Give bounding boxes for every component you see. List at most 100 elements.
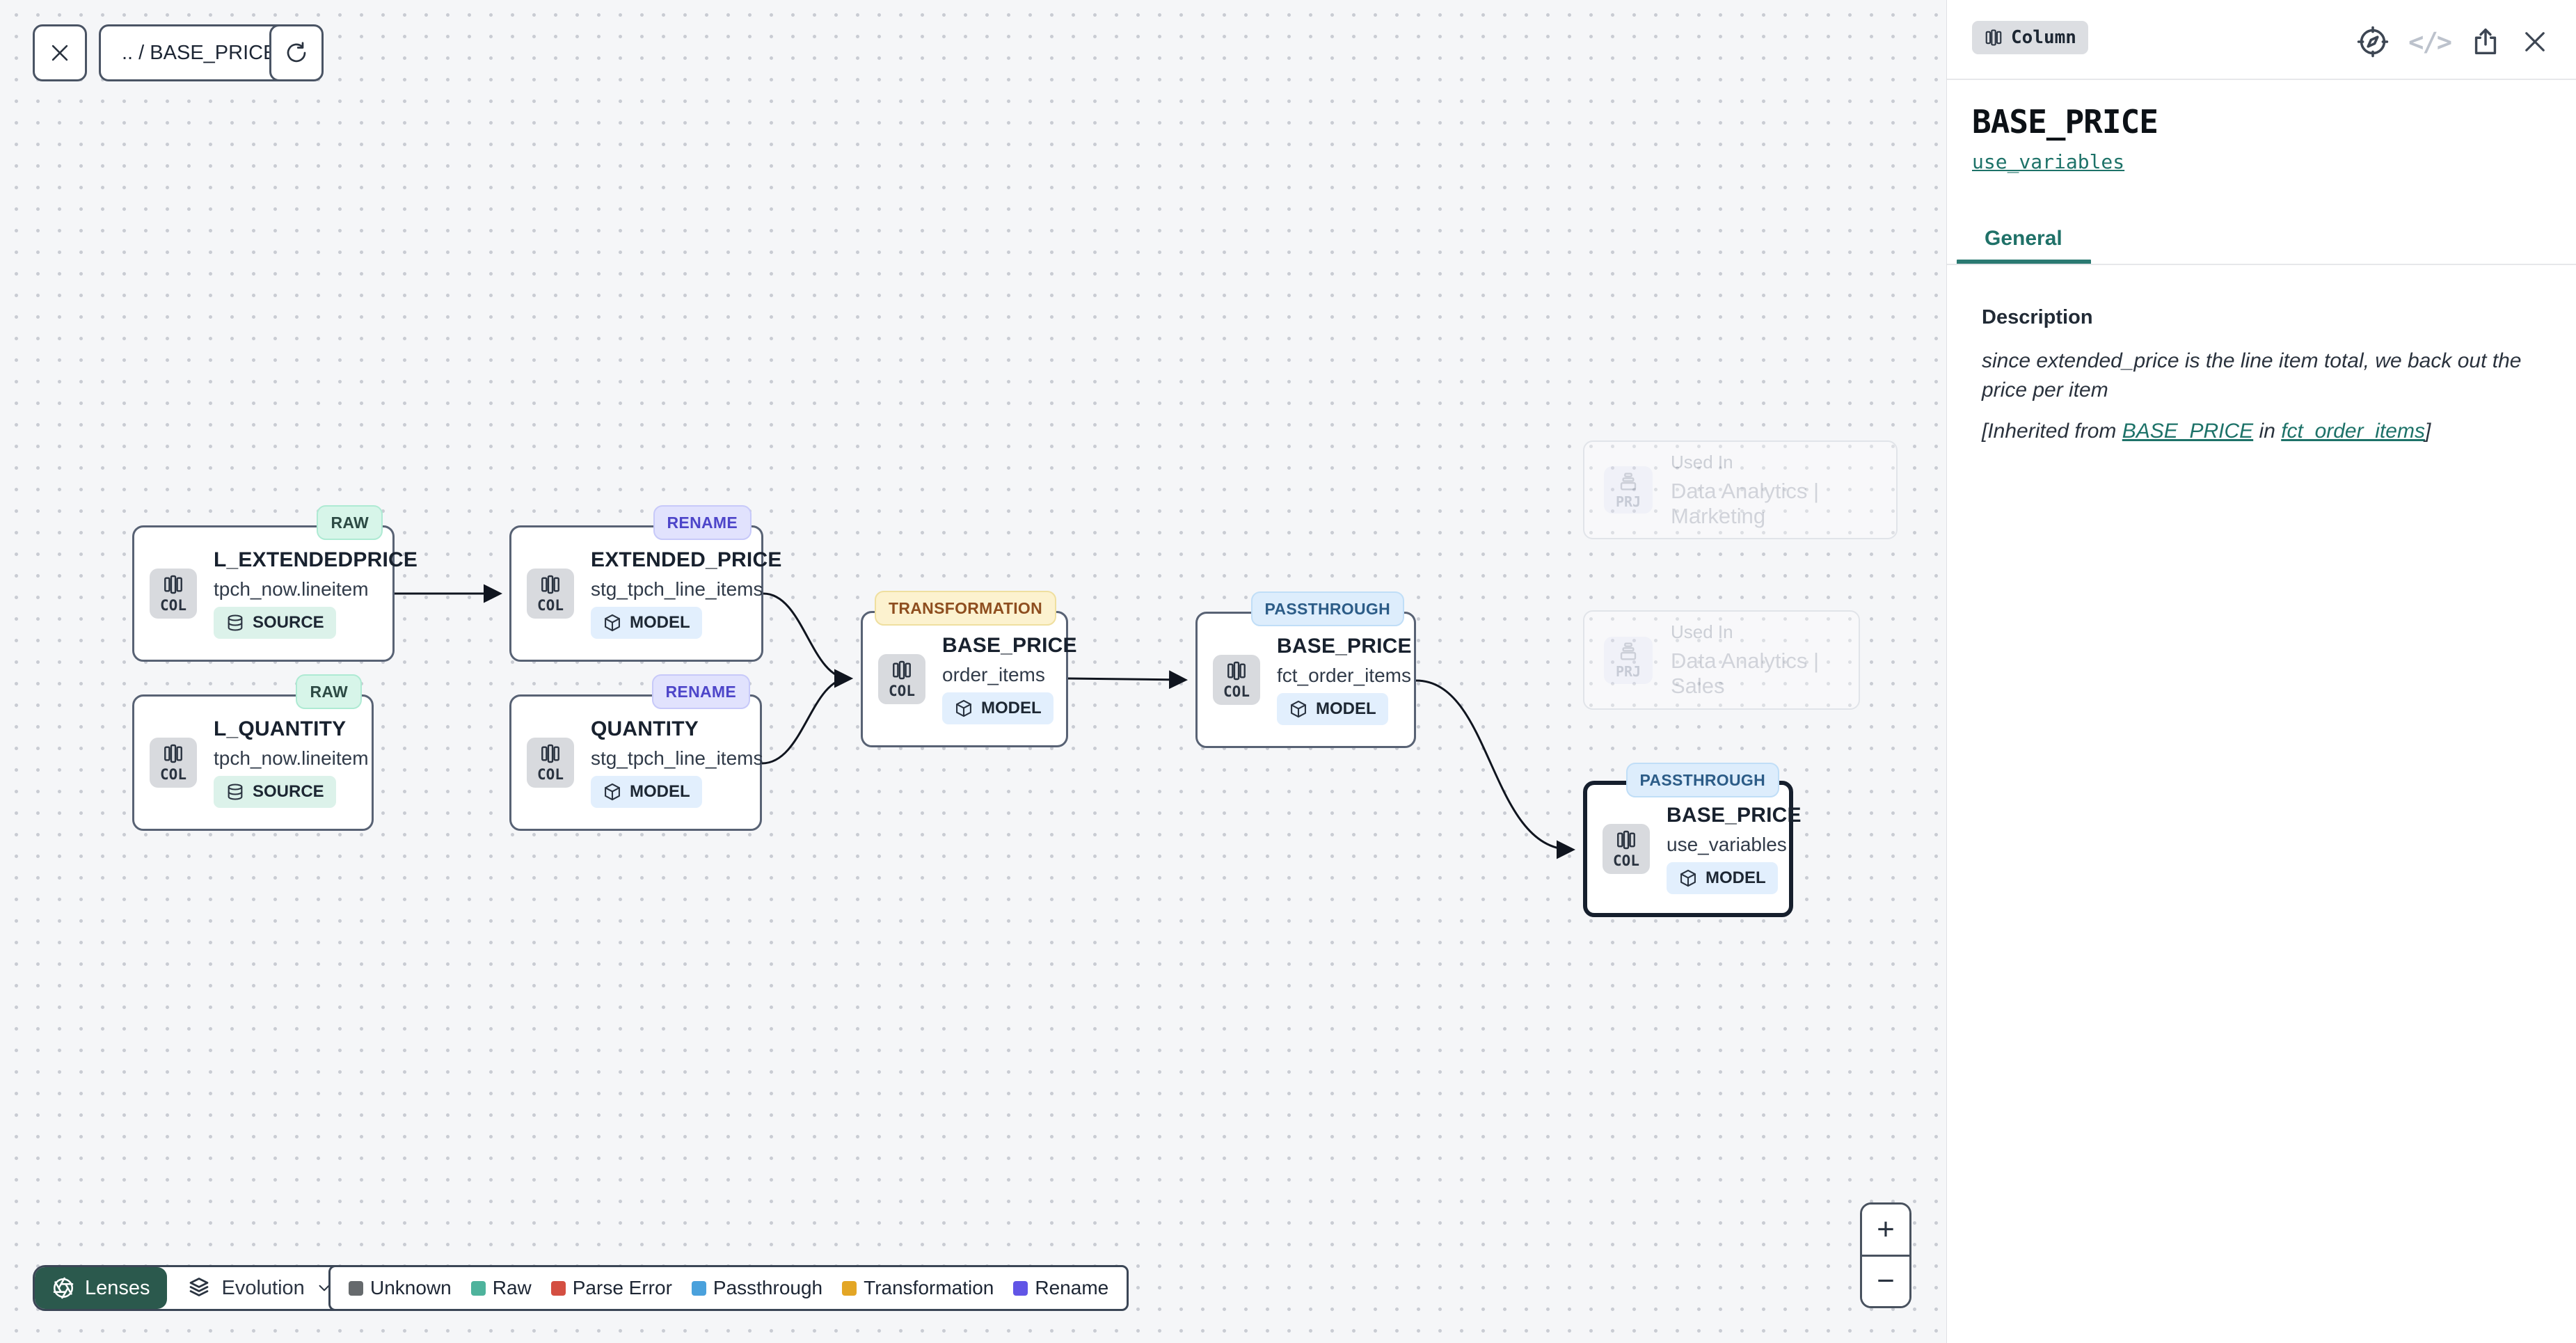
legend-swatch [349, 1281, 363, 1296]
description-text: since extended_price is the line item to… [1982, 347, 2552, 405]
node-title: QUANTITY [591, 717, 763, 741]
lenses-label: Lenses [85, 1277, 150, 1300]
node-title: L_EXTENDEDPRICE [214, 548, 418, 572]
node-base-price-order-items[interactable]: TRANSFORMATION COL BASE_PRICE order_item… [861, 611, 1068, 747]
inherited-model-link[interactable]: fct_order_items [2281, 420, 2425, 443]
cube-icon [1678, 868, 1698, 888]
node-base-price-use-variables[interactable]: PASSTHROUGH COL BASE_PRICE use_variables… [1583, 781, 1793, 917]
lenses-button[interactable]: Lenses [35, 1267, 167, 1309]
close-icon [48, 41, 72, 65]
used-in-name: Data Analytics | Sales [1671, 649, 1839, 699]
lens-tag: PASSTHROUGH [1251, 591, 1405, 626]
model-link[interactable]: use_variables [1972, 150, 2124, 173]
share-button[interactable] [2470, 26, 2502, 58]
legend-swatch [471, 1281, 486, 1296]
lineage-canvas[interactable]: .. / BASE_PRICE RAW COL L_EXTENDEDPRICE … [0, 0, 1946, 1343]
column-type-icon: COL [1603, 824, 1650, 874]
legend-item-transformation: Transformation [842, 1277, 994, 1299]
database-icon [225, 782, 245, 802]
compass-button[interactable] [2356, 25, 2390, 58]
node-base-price-fct-order-items[interactable]: PASSTHROUGH COL BASE_PRICE fct_order_ite… [1195, 612, 1416, 748]
close-icon [2520, 27, 2550, 56]
zoom-in-button[interactable]: + [1862, 1205, 1909, 1255]
node-subtitle: stg_tpch_line_items [591, 578, 782, 601]
tab-general[interactable]: General [1957, 227, 2090, 251]
refresh-icon [284, 40, 309, 65]
cube-icon [603, 613, 622, 633]
legend-swatch [692, 1281, 706, 1296]
node-l-extendedprice[interactable]: RAW COL L_EXTENDEDPRICE tpch_now.lineite… [132, 525, 395, 662]
project-icon: PRJ [1604, 637, 1653, 684]
panel-divider [1947, 79, 2576, 80]
legend-item-raw: Raw [471, 1277, 532, 1299]
node-l-quantity[interactable]: RAW COL L_QUANTITY tpch_now.lineitem SOU… [132, 694, 374, 831]
legend-item-rename: Rename [1013, 1277, 1108, 1299]
node-subtitle: fct_order_items [1277, 665, 1412, 687]
model-badge: MODEL [942, 692, 1054, 724]
zoom-control: + − [1860, 1202, 1911, 1308]
node-quantity[interactable]: RENAME COL QUANTITY stg_tpch_line_items … [509, 694, 762, 831]
used-in-name: Data Analytics | Marketing [1671, 479, 1877, 529]
model-badge: MODEL [591, 607, 702, 639]
cube-icon [954, 699, 973, 718]
node-title: L_QUANTITY [214, 717, 369, 741]
lens-tag: RENAME [652, 674, 750, 709]
node-title: EXTENDED_PRICE [591, 548, 782, 572]
source-badge: SOURCE [214, 607, 336, 639]
lens-tag: PASSTHROUGH [1626, 763, 1780, 797]
legend-swatch [1013, 1281, 1028, 1296]
used-in-card-marketing[interactable]: PRJ Used In Data Analytics | Marketing [1583, 440, 1898, 539]
used-in-card-sales[interactable]: PRJ Used In Data Analytics | Sales [1583, 610, 1860, 710]
node-title: BASE_PRICE [1667, 804, 1802, 827]
column-type-icon: COL [150, 569, 197, 619]
panel-title: BASE_PRICE [1972, 103, 2158, 141]
database-icon [225, 613, 245, 633]
node-subtitle: order_items [942, 664, 1077, 686]
inherited-note: [Inherited from BASE_PRICE in fct_order_… [1982, 417, 2552, 446]
close-panel-button[interactable] [2520, 27, 2550, 56]
tabbar-divider [1947, 264, 2576, 265]
lens-tag: RAW [296, 674, 362, 709]
entity-type-badge: Column [1972, 21, 2088, 54]
model-badge: MODEL [1667, 862, 1778, 894]
column-type-icon: COL [527, 738, 574, 788]
zoom-out-button[interactable]: − [1862, 1257, 1909, 1307]
evolution-dropdown[interactable]: Evolution [167, 1267, 353, 1309]
cube-icon [603, 782, 622, 802]
view-code-button[interactable]: </> [2408, 27, 2451, 57]
node-title: BASE_PRICE [942, 634, 1077, 658]
description-body: since extended_price is the line item to… [1982, 347, 2552, 446]
column-type-icon: COL [150, 738, 197, 788]
description-label: Description [1982, 306, 2093, 329]
lens-legend: Unknown Raw Parse Error Passthrough Tran… [328, 1265, 1129, 1311]
lens-tag: RAW [317, 505, 383, 540]
project-icon: PRJ [1604, 466, 1653, 514]
node-subtitle: tpch_now.lineitem [214, 747, 369, 770]
aperture-icon [51, 1276, 75, 1300]
refresh-button[interactable] [269, 24, 324, 81]
model-badge: MODEL [1277, 693, 1388, 725]
used-in-label: Used In [1671, 452, 1877, 473]
model-badge: MODEL [591, 776, 702, 808]
column-icon [1984, 28, 2003, 47]
inherited-column-link[interactable]: BASE_PRICE [2122, 420, 2253, 443]
lens-tag: RENAME [653, 505, 752, 540]
compass-icon [2356, 25, 2390, 58]
legend-item-parse-error: Parse Error [551, 1277, 672, 1299]
layers-icon [186, 1276, 212, 1301]
legend-swatch [842, 1281, 857, 1296]
details-panel: Column </> BASE_PRICE use_variables Gene… [1946, 0, 2576, 1343]
column-type-icon: COL [527, 569, 574, 619]
legend-swatch [551, 1281, 566, 1296]
source-badge: SOURCE [214, 776, 336, 808]
evolution-label: Evolution [222, 1277, 305, 1300]
column-type-icon: COL [878, 654, 925, 704]
column-type-icon: COL [1213, 655, 1260, 705]
lenses-control: Lenses Evolution [33, 1265, 355, 1311]
node-title: BASE_PRICE [1277, 635, 1412, 658]
used-in-label: Used In [1671, 621, 1839, 643]
node-extended-price[interactable]: RENAME COL EXTENDED_PRICE stg_tpch_line_… [509, 525, 763, 662]
cube-icon [1289, 699, 1308, 719]
close-lineage-button[interactable] [33, 24, 87, 81]
lens-tag: TRANSFORMATION [875, 591, 1056, 626]
